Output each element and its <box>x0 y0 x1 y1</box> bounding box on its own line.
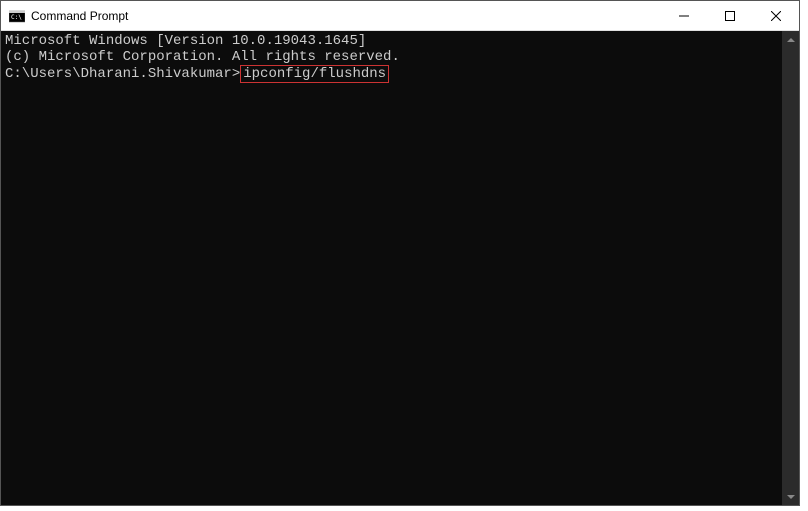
command-input: ipconfig/flushdns <box>240 65 389 83</box>
vertical-scrollbar[interactable] <box>782 31 799 505</box>
window-controls <box>661 1 799 30</box>
scroll-down-arrow[interactable] <box>782 488 799 505</box>
copyright-line: (c) Microsoft Corporation. All rights re… <box>5 49 778 65</box>
command-prompt-window: C:\ Command Prompt Micro <box>0 0 800 506</box>
prompt-line: C:\Users\Dharani.Shivakumar>ipconfig/flu… <box>5 65 778 83</box>
terminal-area: Microsoft Windows [Version 10.0.19043.16… <box>1 31 799 505</box>
window-title: Command Prompt <box>31 9 661 23</box>
minimize-button[interactable] <box>661 1 707 30</box>
close-button[interactable] <box>753 1 799 30</box>
terminal-content[interactable]: Microsoft Windows [Version 10.0.19043.16… <box>1 31 782 505</box>
version-line: Microsoft Windows [Version 10.0.19043.16… <box>5 33 778 49</box>
svg-text:C:\: C:\ <box>11 14 22 21</box>
maximize-button[interactable] <box>707 1 753 30</box>
scroll-up-arrow[interactable] <box>782 31 799 48</box>
app-icon: C:\ <box>9 8 25 24</box>
titlebar[interactable]: C:\ Command Prompt <box>1 1 799 31</box>
scrollbar-track[interactable] <box>782 48 799 488</box>
prompt-path: C:\Users\Dharani.Shivakumar> <box>5 66 240 82</box>
